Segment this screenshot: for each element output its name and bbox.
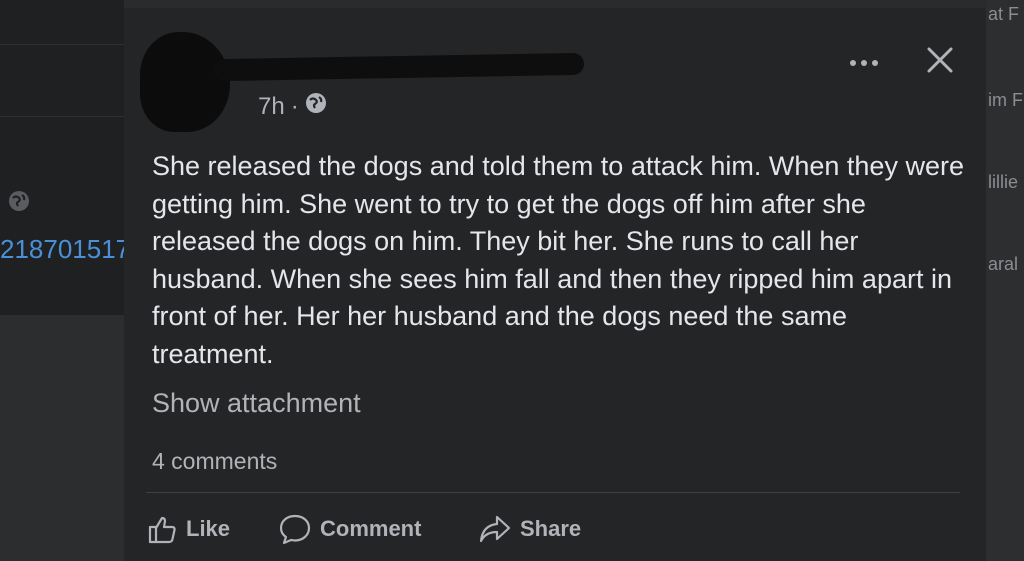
more-options-icon (849, 54, 879, 72)
globe-icon (8, 190, 30, 212)
author-name-redacted[interactable] (213, 52, 585, 82)
comments-count-link[interactable]: 4 comments (152, 448, 277, 475)
share-label: Share (520, 516, 582, 541)
left-divider (0, 44, 128, 45)
right-snippet: aral (988, 254, 1019, 274)
right-snippet: at F (988, 4, 1020, 24)
meta-separator: · (290, 92, 299, 120)
comment-bubble-icon (278, 513, 312, 545)
left-id-text[interactable]: 218701517 (0, 234, 128, 265)
post-card: 7h · She released the dogs and told them… (124, 8, 986, 561)
avatar[interactable] (140, 32, 230, 132)
background-left-panel: 218701517 (0, 0, 128, 315)
thumbs-up-icon (146, 513, 178, 545)
share-arrow-icon (478, 514, 512, 544)
like-label: Like (186, 516, 231, 541)
background-left-lower (0, 315, 128, 561)
top-strip (124, 0, 986, 8)
show-attachment-link[interactable]: Show attachment (152, 388, 361, 419)
share-button[interactable]: Share (478, 508, 581, 550)
more-options-button[interactable] (846, 48, 882, 78)
post-meta: 7h · (258, 92, 327, 121)
actions-divider (146, 492, 960, 493)
close-icon (926, 46, 954, 79)
comment-button[interactable]: Comment (278, 508, 421, 550)
left-divider (0, 116, 128, 117)
post-body: She released the dogs and told them to a… (152, 151, 964, 369)
right-snippet: im F (988, 90, 1023, 110)
comment-label: Comment (320, 516, 422, 541)
right-snippet: lillie (988, 172, 1019, 192)
close-button[interactable] (920, 42, 960, 82)
globe-icon (305, 92, 327, 121)
like-button[interactable]: Like (146, 508, 230, 550)
timestamp[interactable]: 7h (258, 93, 285, 121)
background-right-panel (984, 0, 1024, 561)
